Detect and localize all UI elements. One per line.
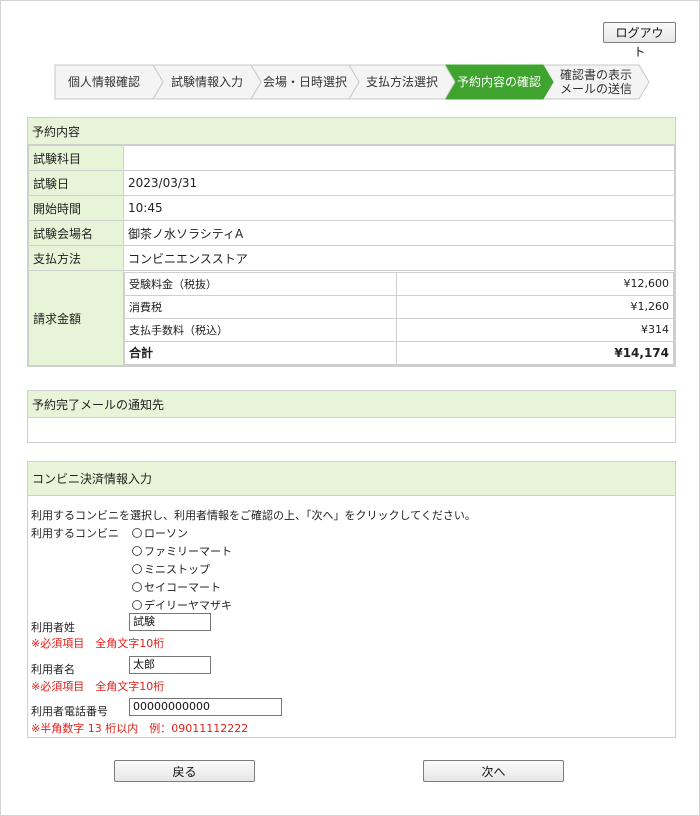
last-name-label: 利用者姓 <box>31 621 75 634</box>
row-label: 試験科目 <box>28 145 124 171</box>
step-3: 会場・日時選択 <box>250 64 360 100</box>
radio-lawson[interactable]: ローソン <box>132 525 188 541</box>
reservation-section: 予約内容 試験科目 試験日 2023/03/31 開始時間 10:45 試験会場… <box>27 117 676 367</box>
row-value: 御茶ノ水ソラシティA <box>123 220 675 246</box>
phone-label: 利用者電話番号 <box>31 705 108 718</box>
table-row: 試験会場名 御茶ノ水ソラシティA <box>28 220 675 246</box>
radio-ministop[interactable]: ミニストップ <box>132 561 210 577</box>
radio-familymart[interactable]: ファミリーマート <box>132 543 232 559</box>
row-value: 2023/03/31 <box>123 170 675 196</box>
row-label: 試験会場名 <box>28 220 124 246</box>
billing-item: 受験料金（税抜） <box>124 271 397 296</box>
table-row: 試験科目 <box>28 145 675 171</box>
last-name-note: ※必須項目 全角文字10桁 <box>31 637 165 650</box>
convenience-section: コンビニ決済情報入力 利用するコンビニを選択し、利用者情報をご確認の上、「次へ」… <box>27 461 676 738</box>
radio-label: ミニストップ <box>144 563 210 576</box>
step-label: 支払方法選択 <box>365 75 438 89</box>
first-name-label: 利用者名 <box>31 663 75 676</box>
billing-row: 請求金額 受験料金（税抜） ¥12,600 消費税 ¥1,260 支払手数料（税… <box>28 270 675 366</box>
radio-icon[interactable] <box>132 600 142 610</box>
phone-note: ※半角数字 13 桁以内 例：09011112222 <box>31 722 249 735</box>
first-name-input[interactable]: 太郎 <box>129 656 211 674</box>
radio-dailyyamazaki[interactable]: デイリーヤマザキ <box>132 597 232 613</box>
row-label: 試験日 <box>28 170 124 196</box>
step-label: 個人情報確認 <box>67 75 140 89</box>
billing-item: 消費税 <box>124 294 397 319</box>
step-label: 会場・日時選択 <box>262 75 347 89</box>
email-title: 予約完了メールの通知先 <box>28 391 675 418</box>
billing-cell: 受験料金（税抜） ¥12,600 消費税 ¥1,260 支払手数料（税込） ¥3… <box>123 270 675 366</box>
step-label: 確認書の表示 メールの送信 <box>559 68 632 96</box>
radio-label: セイコーマート <box>144 581 221 594</box>
back-button[interactable]: 戻る <box>114 760 255 782</box>
billing-line: 支払手数料（税込） ¥314 <box>124 317 674 342</box>
reservation-title: 予約内容 <box>28 118 675 145</box>
radio-icon[interactable] <box>132 564 142 574</box>
logout-button[interactable]: ログアウト <box>603 22 676 59</box>
billing-item: 支払手数料（税込） <box>124 317 397 342</box>
billing-amount: ¥14,174 <box>396 340 674 365</box>
row-value: 10:45 <box>123 195 675 221</box>
step-2: 試験情報入力 <box>152 64 262 100</box>
billing-line: 受験料金（税抜） ¥12,600 <box>124 271 674 296</box>
radio-icon[interactable] <box>132 582 142 592</box>
radio-seicomart[interactable]: セイコーマート <box>132 579 221 595</box>
radio-label: ローソン <box>144 527 188 540</box>
progress-steps: 個人情報確認 試験情報入力 会場・日時選択 支払方法選択 予約内容の確認 確認書の表示 メー… <box>54 64 650 100</box>
table-row: 試験日 2023/03/31 <box>28 170 675 196</box>
row-label: 開始時間 <box>28 195 124 221</box>
billing-label: 請求金額 <box>28 270 124 366</box>
row-value: コンビニエンスストア <box>123 245 675 271</box>
step-1: 個人情報確認 <box>54 64 164 100</box>
step-5: 予約内容の確認 <box>444 64 554 100</box>
radio-icon[interactable] <box>132 528 142 538</box>
billing-amount: ¥1,260 <box>396 294 674 319</box>
billing-amount: ¥314 <box>396 317 674 342</box>
radio-label: ファミリーマート <box>144 545 232 558</box>
table-row: 開始時間 10:45 <box>28 195 675 221</box>
store-label: 利用するコンビニ <box>31 527 119 540</box>
row-value <box>123 145 675 171</box>
step-label: 予約内容の確認 <box>456 75 541 89</box>
phone-input[interactable]: 00000000000 <box>129 698 282 716</box>
last-name-input[interactable]: 試験 <box>129 613 211 631</box>
next-button[interactable]: 次へ <box>423 760 564 782</box>
billing-total: 合計 ¥14,174 <box>124 340 674 365</box>
email-section: 予約完了メールの通知先 <box>27 390 676 443</box>
step-label: 試験情報入力 <box>170 75 243 89</box>
radio-label: デイリーヤマザキ <box>144 599 232 612</box>
table-row: 支払方法 コンビニエンスストア <box>28 245 675 271</box>
convenience-title: コンビニ決済情報入力 <box>28 462 675 496</box>
billing-item: 合計 <box>124 340 397 365</box>
billing-amount: ¥12,600 <box>396 271 674 296</box>
reservation-table: 試験科目 試験日 2023/03/31 開始時間 10:45 試験会場名 御茶ノ… <box>28 145 675 366</box>
first-name-note: ※必須項目 全角文字10桁 <box>31 680 165 693</box>
instruction-text: 利用するコンビニを選択し、利用者情報をご確認の上、「次へ」をクリックしてください… <box>31 509 476 522</box>
row-label: 支払方法 <box>28 245 124 271</box>
billing-table: 受験料金（税抜） ¥12,600 消費税 ¥1,260 支払手数料（税込） ¥3… <box>124 271 674 365</box>
step-6: 確認書の表示 メールの送信 <box>542 64 650 100</box>
step-4: 支払方法選択 <box>348 64 456 100</box>
billing-line: 消費税 ¥1,260 <box>124 294 674 319</box>
email-value <box>28 418 675 442</box>
radio-icon[interactable] <box>132 546 142 556</box>
